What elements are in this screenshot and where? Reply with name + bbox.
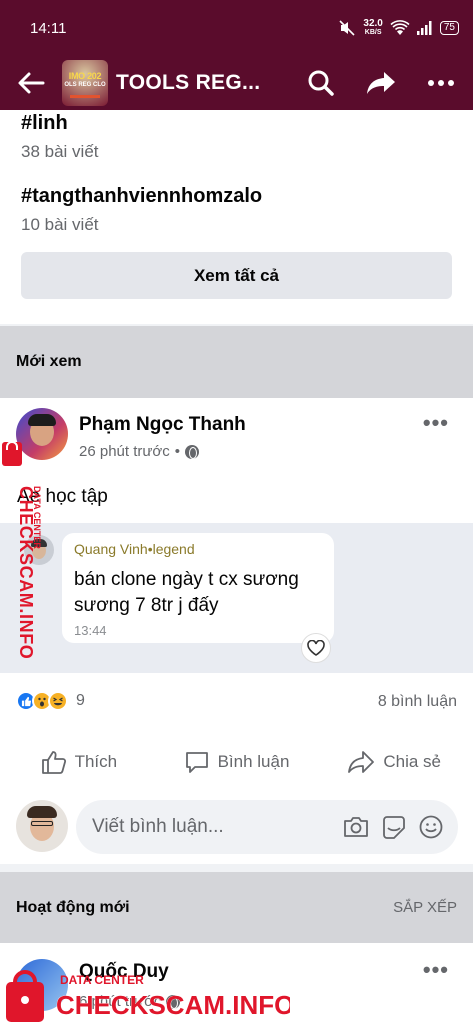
watermark-sub-vertical: DATA CENTER: [32, 486, 42, 549]
signal-icon: [416, 21, 432, 35]
reaction-summary[interactable]: 9: [16, 691, 85, 711]
share-button[interactable]: [353, 56, 409, 110]
network-speed: 32.0 KB/S: [363, 19, 382, 37]
comment-time: 13:44: [74, 623, 107, 638]
status-time: 14:11: [30, 19, 67, 37]
comment-input[interactable]: Viết bình luận...: [76, 800, 458, 854]
emoji-icon[interactable]: [418, 814, 444, 840]
hashtag-count: 10 bài viết: [21, 215, 99, 234]
comment-author: Quang Vinh•legend: [74, 541, 195, 557]
comment-text: bán clone ngày t cx sương sương 7 8tr j …: [74, 569, 299, 616]
group-header: IMO 202 OLS REG CLO TOOLS REG...: [0, 56, 473, 110]
mute-icon: [339, 20, 355, 36]
comment-composer: Viết bình luận...: [0, 798, 473, 858]
comment-icon: [185, 752, 208, 773]
globe-icon: [185, 444, 200, 459]
sort-button[interactable]: SẮP XẾP: [393, 899, 457, 916]
hashtag-card: #linh 38 bài viết #tangthanhviennhomzalo…: [0, 110, 473, 324]
thumbs-up-icon: [41, 751, 66, 774]
like-button[interactable]: Thích: [0, 734, 158, 790]
post-more-button[interactable]: •••: [423, 410, 449, 436]
watermark-vertical: CHECKSCAM.INFO DATA CENTER: [2, 441, 42, 659]
camera-icon[interactable]: [342, 814, 370, 840]
watermark-text-bottom: CHECKSCAM.INFO: [56, 990, 290, 1020]
hashtag-item[interactable]: #tangthanhviennhomzalo 10 bài viết: [21, 185, 262, 235]
post-time[interactable]: 26 phút trước: [79, 443, 170, 460]
hashtag-name: #tangthanhviennhomzalo: [21, 185, 263, 207]
post-more-button[interactable]: •••: [423, 957, 449, 983]
see-all-button[interactable]: Xem tất cả: [21, 252, 452, 299]
comment-label: Bình luận: [217, 752, 290, 771]
status-bar: 14:11 32.0 KB/S 75: [0, 0, 473, 56]
wifi-icon: [390, 20, 410, 35]
recent-section-header: Mới xem: [0, 326, 473, 398]
reaction-count: 9: [76, 692, 85, 709]
comment-placeholder: Viết bình luận...: [92, 816, 224, 837]
heart-icon: [307, 640, 325, 656]
comment-count[interactable]: 8 bình luận: [378, 693, 457, 711]
group-logo[interactable]: IMO 202 OLS REG CLO: [62, 60, 108, 106]
post-author[interactable]: Phạm Ngọc Thanh: [79, 414, 246, 436]
back-button[interactable]: [0, 56, 62, 110]
hashtag-item[interactable]: #linh 38 bài viết: [21, 112, 99, 162]
meta-separator: •: [174, 443, 181, 460]
back-arrow-icon: [18, 72, 45, 94]
share-post-button[interactable]: Chia sẻ: [315, 734, 473, 790]
like-label: Thích: [74, 752, 118, 771]
logo-text-1: IMO 202: [68, 71, 102, 81]
search-button[interactable]: [289, 56, 353, 110]
haha-reaction-icon: [48, 691, 68, 711]
comment-button[interactable]: Bình luận: [158, 734, 316, 790]
status-icons: 32.0 KB/S 75: [338, 19, 459, 37]
group-title[interactable]: TOOLS REG...: [116, 71, 289, 95]
speed-unit: KB/S: [364, 29, 382, 36]
search-icon: [308, 70, 334, 96]
hashtag-name: #linh: [21, 112, 68, 134]
activity-section-label: Hoạt động mới: [16, 898, 130, 916]
post-meta: 26 phút trước •: [79, 443, 200, 460]
comment-bubble: Quang Vinh•legend bán clone ngày t cx sư…: [62, 533, 334, 643]
hashtag-count: 38 bài viết: [21, 142, 99, 161]
logo-text-2: OLS REG CLO: [64, 82, 106, 88]
watermark-bottom: DATA CENTER CHECKSCAM.INFO: [6, 970, 290, 1022]
heart-reaction-button[interactable]: [301, 633, 331, 663]
activity-section-header: Hoạt động mới SẮP XẾP: [0, 872, 473, 943]
share-icon: [348, 751, 375, 773]
composer-icons: [342, 814, 458, 840]
share-arrow-icon: [367, 72, 395, 94]
shared-comment-area[interactable]: Quang Vinh•legend bán clone ngày t cx sư…: [0, 523, 473, 673]
more-icon: [428, 80, 454, 86]
watermark-sub-bottom: DATA CENTER: [60, 973, 144, 987]
battery-indicator: 75: [439, 21, 459, 35]
post-actions: Thích Bình luận Chia sẻ: [0, 734, 473, 790]
more-options-button[interactable]: [409, 56, 473, 110]
post-card: Phạm Ngọc Thanh 26 phút trước • ••• Ae h…: [0, 398, 473, 864]
share-label: Chia sẻ: [383, 752, 441, 771]
my-avatar: [16, 800, 68, 852]
sticker-icon[interactable]: [380, 814, 408, 840]
